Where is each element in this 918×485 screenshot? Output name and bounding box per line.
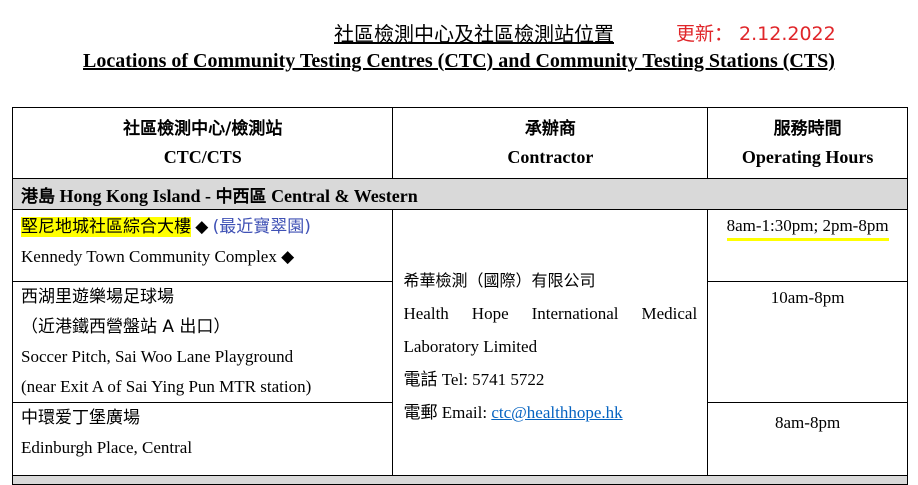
- contractor-name-en-2: Laboratory Limited: [403, 337, 538, 356]
- hours-sai-woo-lane: 10am-8pm: [707, 281, 908, 403]
- header-contractor-en: Contractor: [507, 147, 594, 167]
- location-note-zh: （近港鐵西營盤站 A 出口）: [21, 317, 231, 337]
- hours-value: 8am-8pm: [775, 413, 841, 432]
- header-contractor: 承辦商 Contractor: [392, 107, 709, 179]
- contractor-name-zh: 希華檢測（國際）有限公司: [403, 271, 596, 290]
- region-heading: 港島 Hong Kong Island - 中西區 Central & West…: [12, 178, 908, 210]
- table-header-row: 社區檢測中心/檢測站 CTC/CTS 承辦商 Contractor 服務時間 O…: [11, 107, 908, 179]
- location-name-en: Edinburgh Place, Central: [21, 438, 193, 457]
- next-region-heading: [12, 475, 908, 485]
- contractor-email-line: 電郵 Email: ctc@healthhope.hk: [403, 396, 697, 429]
- hours-kennedy-town: 8am-1:30pm; 2pm-8pm: [707, 209, 908, 282]
- header-ctc-cts: 社區檢測中心/檢測站 CTC/CTS: [11, 107, 394, 179]
- next-region-row: [12, 475, 908, 485]
- region-zh-1: 港島: [21, 186, 55, 207]
- header-hours: 服務時間 Operating Hours: [707, 107, 908, 179]
- table-row: 堅尼地城社區綜合大樓 ◆ (最近寶翠園) Kennedy Town Commun…: [11, 209, 908, 476]
- hours-value: 8am-1:30pm; 2pm-8pm: [726, 216, 889, 241]
- contractor-name-en-1: Health Hope International Medical: [403, 304, 698, 323]
- location-kennedy-town: 堅尼地城社區綜合大樓 ◆ (最近寶翠園) Kennedy Town Commun…: [11, 209, 394, 282]
- location-edinburgh-place: 中環爱丁堡廣場 Edinburgh Place, Central: [11, 402, 394, 476]
- header-hours-zh: 服務時間: [773, 119, 842, 139]
- header-contractor-zh: 承辦商: [524, 119, 576, 139]
- locations-table: 社區檢測中心/檢測站 CTC/CTS 承辦商 Contractor 服務時間 O…: [11, 107, 908, 485]
- update-date: 更新： 2.12.2022: [676, 23, 836, 45]
- header-ctc-cts-zh: 社區檢測中心/檢測站: [123, 119, 283, 139]
- header-ctc-cts-en: CTC/CTS: [163, 147, 242, 167]
- location-note-en: (near Exit A of Sai Ying Pun MTR station…: [21, 377, 312, 396]
- location-name-zh: 中環爱丁堡廣場: [21, 408, 140, 428]
- hours-value: 10am-8pm: [770, 288, 845, 307]
- title-english: Locations of Community Testing Centres (…: [83, 50, 835, 72]
- region-zh-2: 中西區: [215, 186, 267, 207]
- diamond-marker-icon: ◆: [195, 217, 209, 236]
- location-name-en: Kennedy Town Community Complex ◆: [21, 247, 295, 266]
- contractor-email-label: 電郵 Email:: [403, 403, 492, 422]
- contractor-tel: 電話 Tel: 5741 5722: [403, 370, 545, 389]
- header-hours-en: Operating Hours: [741, 147, 874, 167]
- location-name-en: Soccer Pitch, Sai Woo Lane Playground: [21, 347, 294, 366]
- region-row: 港島 Hong Kong Island - 中西區 Central & West…: [12, 178, 908, 210]
- location-note-zh: (最近寶翠園): [212, 217, 311, 237]
- contractor-email-link[interactable]: ctc@healthhope.hk: [491, 403, 622, 422]
- region-en-1: Hong Kong Island -: [59, 185, 212, 206]
- location-name-zh: 堅尼地城社區綜合大樓: [21, 217, 191, 237]
- title-chinese: 社區檢測中心及社區檢測站位置: [334, 22, 614, 46]
- location-sai-woo-lane: 西湖里遊樂場足球場 （近港鐵西營盤站 A 出口） Soccer Pitch, S…: [11, 281, 394, 403]
- contractor-cell: 希華檢測（國際）有限公司 Health Hope International M…: [392, 209, 709, 476]
- hours-edinburgh-place: 8am-8pm: [707, 402, 908, 476]
- location-name-zh: 西湖里遊樂場足球場: [21, 287, 174, 307]
- region-en-2: Central & Western: [271, 185, 418, 206]
